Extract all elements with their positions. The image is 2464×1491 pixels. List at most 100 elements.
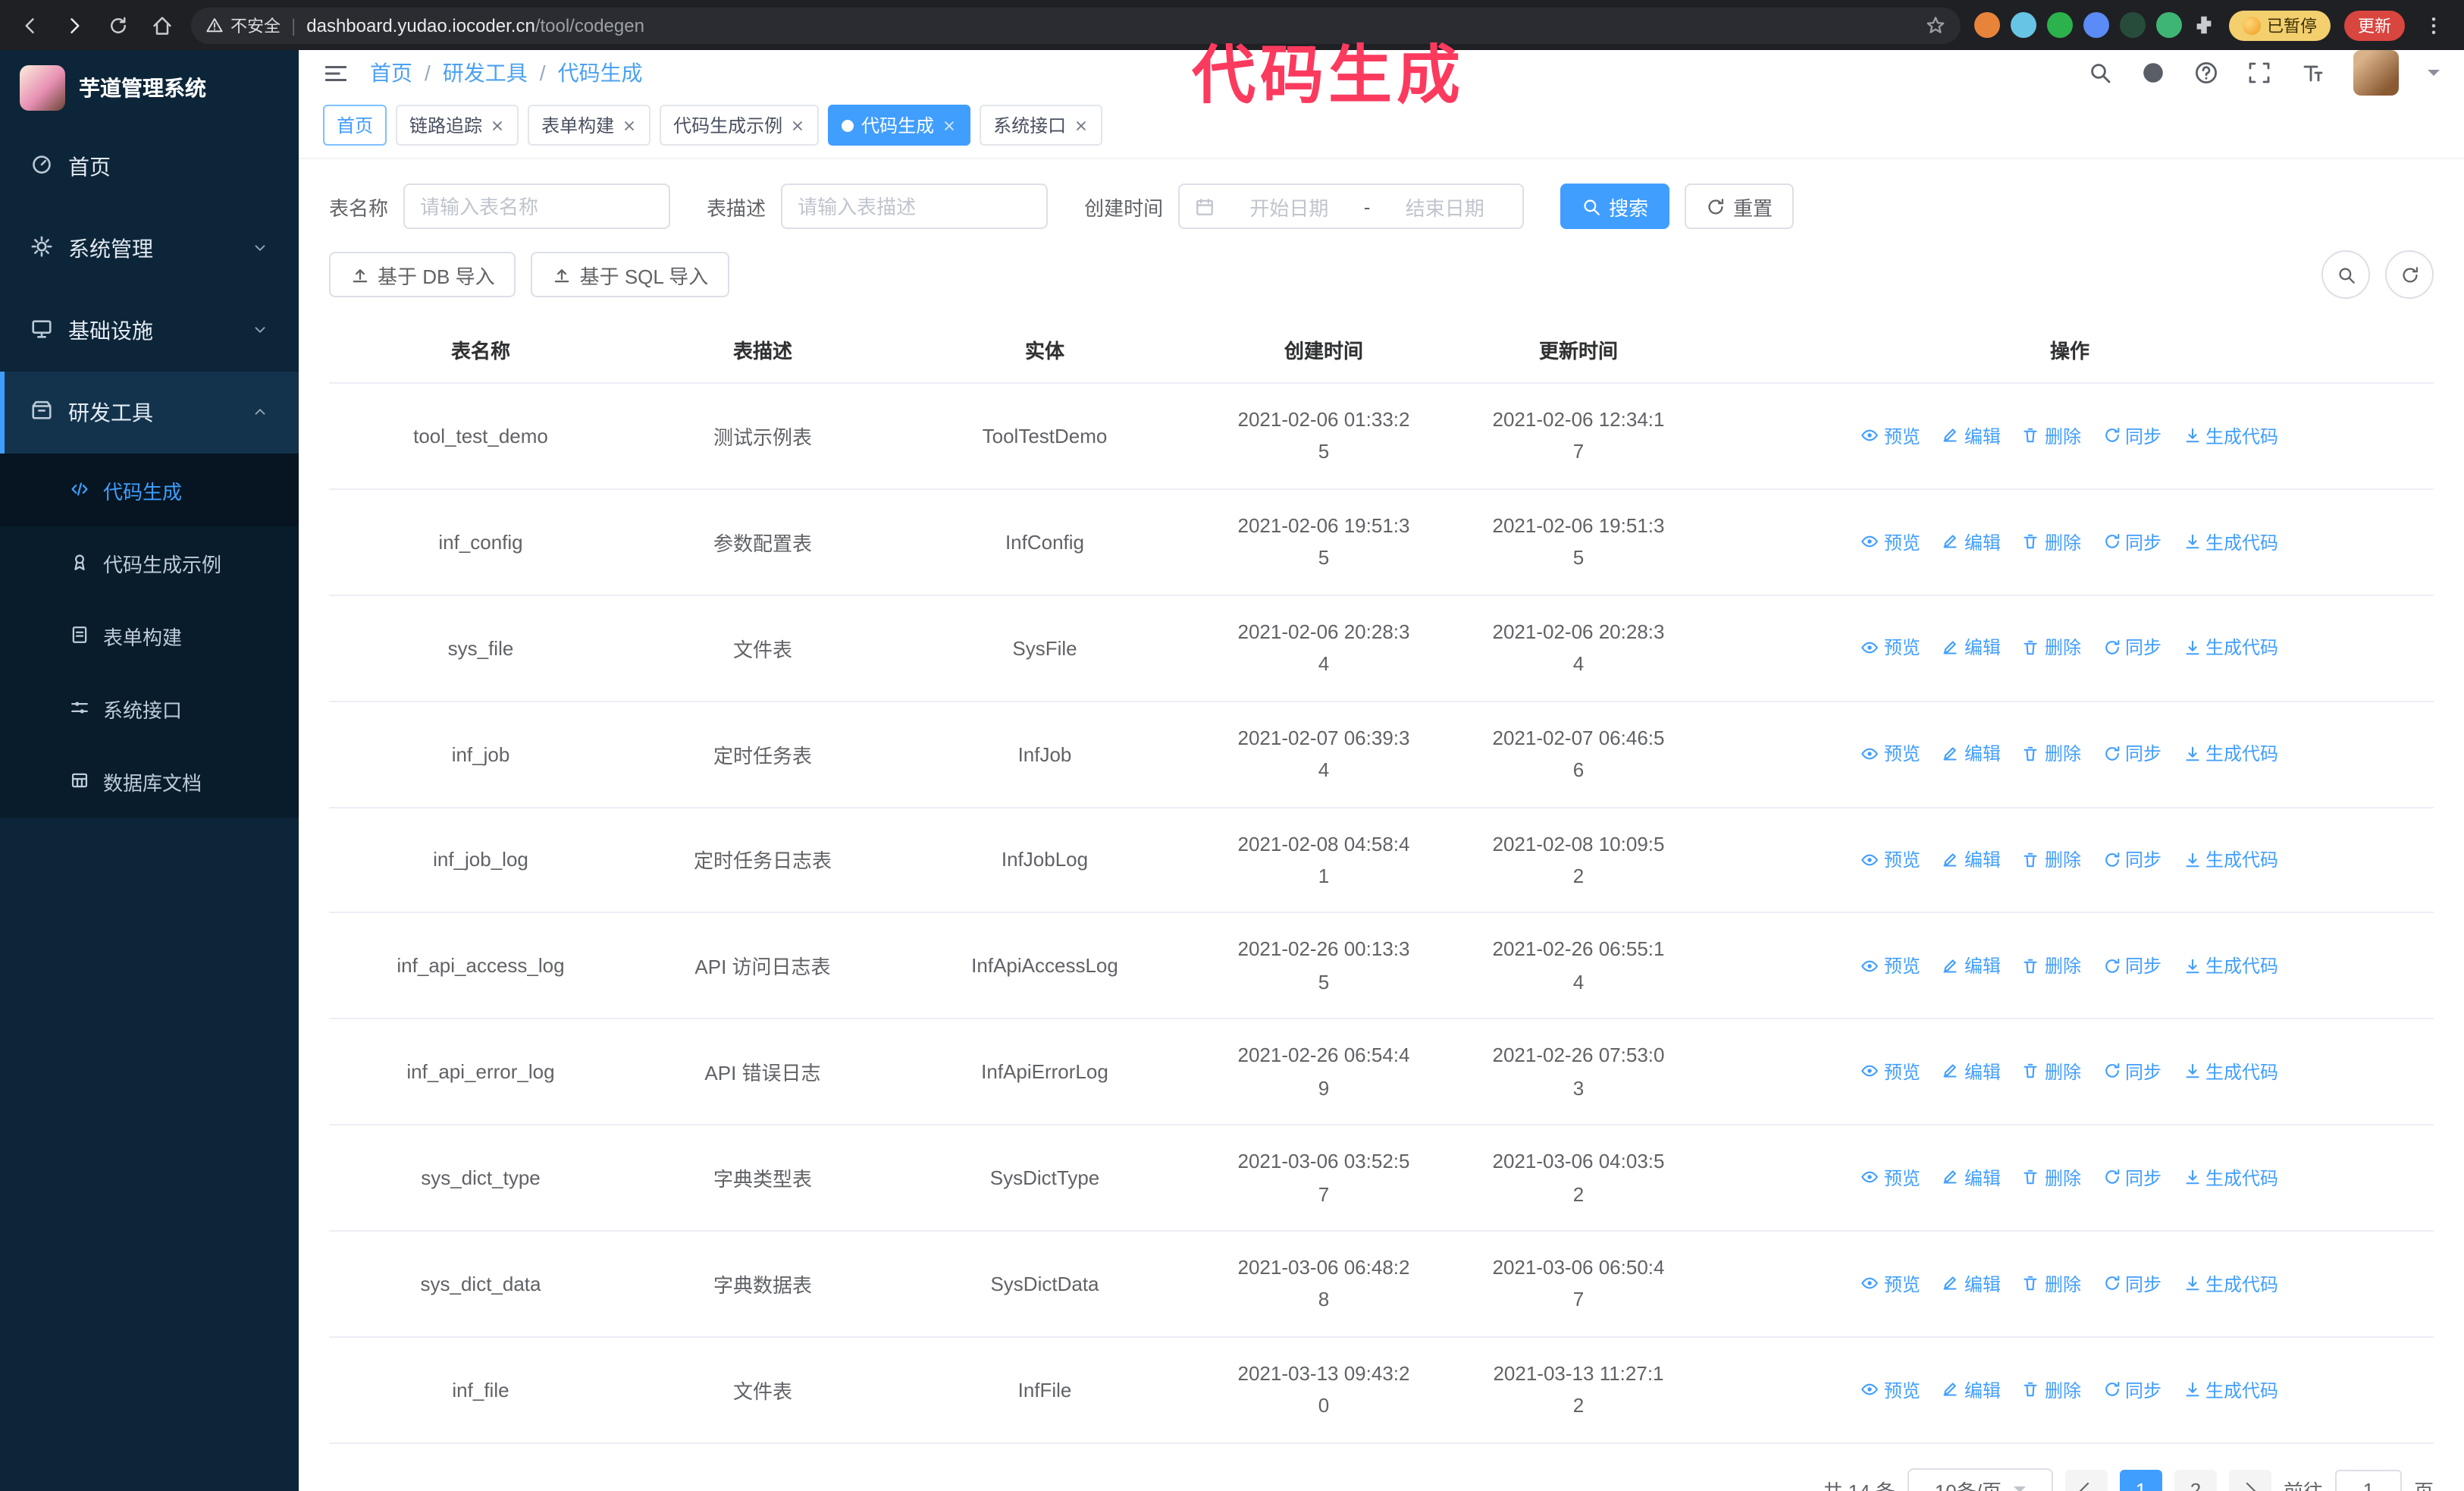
delete-link[interactable]: 删除 <box>2022 1270 2081 1296</box>
preview-link[interactable]: 预览 <box>1861 422 1920 448</box>
reset-button[interactable]: 重置 <box>1685 184 1795 229</box>
page-size-select[interactable]: 10条/页 <box>1907 1467 2053 1491</box>
edit-link[interactable]: 编辑 <box>1942 422 2001 448</box>
sync-link[interactable]: 同步 <box>2102 529 2161 554</box>
sidebar-item-dev-tools[interactable]: 研发工具 <box>0 372 299 454</box>
delete-link[interactable]: 删除 <box>2022 529 2081 554</box>
sync-link[interactable]: 同步 <box>2102 635 2161 661</box>
sync-link[interactable]: 同步 <box>2102 1376 2161 1402</box>
generate-code-link[interactable]: 生成代码 <box>2183 529 2278 554</box>
delete-link[interactable]: 删除 <box>2022 635 2081 661</box>
generate-code-link[interactable]: 生成代码 <box>2183 1376 2278 1402</box>
goto-page-input[interactable] <box>2334 1469 2402 1491</box>
browser-menu-kebab-icon[interactable] <box>2419 10 2449 40</box>
sync-link[interactable]: 同步 <box>2102 1059 2161 1085</box>
edit-link[interactable]: 编辑 <box>1942 1059 2001 1085</box>
edit-link[interactable]: 编辑 <box>1942 1376 2001 1402</box>
close-icon[interactable] <box>622 118 637 133</box>
sync-link[interactable]: 同步 <box>2102 953 2161 978</box>
sync-link[interactable]: 同步 <box>2102 1165 2161 1191</box>
generate-code-link[interactable]: 生成代码 <box>2183 1059 2278 1085</box>
delete-link[interactable]: 删除 <box>2022 741 2081 767</box>
bookmark-star-icon[interactable] <box>1926 14 1945 36</box>
extension-drop-icon[interactable] <box>2011 12 2036 38</box>
preview-link[interactable]: 预览 <box>1861 741 1920 767</box>
refresh-table-button[interactable] <box>2385 250 2434 299</box>
table-name-input[interactable] <box>403 184 671 229</box>
sync-link[interactable]: 同步 <box>2102 741 2161 767</box>
font-size-icon[interactable] <box>2300 61 2324 85</box>
help-icon[interactable] <box>2194 61 2218 85</box>
create-time-range-picker[interactable]: 开始日期 - 结束日期 <box>1178 184 1525 229</box>
extension-leaf-icon[interactable] <box>2156 12 2182 38</box>
delete-link[interactable]: 删除 <box>2022 846 2081 872</box>
edit-link[interactable]: 编辑 <box>1942 741 2001 767</box>
tab-system-api[interactable]: 系统接口 <box>980 105 1103 146</box>
sidebar-item-system-management[interactable]: 系统管理 <box>0 208 299 290</box>
search-button[interactable]: 搜索 <box>1560 184 1670 229</box>
close-icon[interactable] <box>942 118 957 133</box>
preview-link[interactable]: 预览 <box>1861 953 1920 978</box>
sidebar-collapse-icon[interactable] <box>323 60 349 86</box>
paused-badge[interactable]: 已暂停 <box>2229 10 2331 40</box>
preview-link[interactable]: 预览 <box>1861 529 1920 554</box>
browser-update-button[interactable]: 更新 <box>2344 10 2405 40</box>
delete-link[interactable]: 删除 <box>2022 422 2081 448</box>
edit-link[interactable]: 编辑 <box>1942 953 2001 978</box>
generate-code-link[interactable]: 生成代码 <box>2183 1270 2278 1296</box>
tab-codegen[interactable]: 代码生成 <box>828 105 971 146</box>
delete-link[interactable]: 删除 <box>2022 1165 2081 1191</box>
preview-link[interactable]: 预览 <box>1861 846 1920 872</box>
page-button-2[interactable]: 2 <box>2174 1469 2217 1491</box>
tab-home[interactable]: 首页 <box>323 105 387 146</box>
toggle-search-button[interactable] <box>2321 250 2370 299</box>
extension-green-icon[interactable] <box>2047 12 2073 38</box>
table-desc-input[interactable] <box>781 184 1049 229</box>
generate-code-link[interactable]: 生成代码 <box>2183 422 2278 448</box>
import-sql-button[interactable]: 基于 SQL 导入 <box>531 252 730 297</box>
preview-link[interactable]: 预览 <box>1861 635 1920 661</box>
sidebar-item-form-builder[interactable]: 表单构建 <box>0 599 299 672</box>
sync-link[interactable]: 同步 <box>2102 422 2161 448</box>
github-icon[interactable] <box>2141 61 2165 85</box>
edit-link[interactable]: 编辑 <box>1942 1270 2001 1296</box>
browser-forward-button[interactable] <box>59 10 89 40</box>
sidebar-item-home[interactable]: 首页 <box>0 126 299 208</box>
sidebar-item-infrastructure[interactable]: 基础设施 <box>0 290 299 372</box>
sidebar-item-codegen[interactable]: 代码生成 <box>0 454 299 526</box>
generate-code-link[interactable]: 生成代码 <box>2183 953 2278 978</box>
sync-link[interactable]: 同步 <box>2102 1270 2161 1296</box>
preview-link[interactable]: 预览 <box>1861 1270 1920 1296</box>
browser-back-button[interactable] <box>15 10 45 40</box>
generate-code-link[interactable]: 生成代码 <box>2183 741 2278 767</box>
extensions-puzzle-icon[interactable] <box>2193 14 2215 36</box>
import-db-button[interactable]: 基于 DB 导入 <box>329 252 516 297</box>
browser-reload-button[interactable] <box>103 10 133 40</box>
sidebar-logo[interactable]: 芋道管理系统 <box>0 50 299 126</box>
search-icon[interactable] <box>2088 61 2112 85</box>
site-security-indicator[interactable]: 不安全 <box>206 13 281 37</box>
preview-link[interactable]: 预览 <box>1861 1059 1920 1085</box>
breadcrumb-home[interactable]: 首页 <box>370 58 412 88</box>
edit-link[interactable]: 编辑 <box>1942 1165 2001 1191</box>
close-icon[interactable] <box>490 118 505 133</box>
tab-tracing[interactable]: 链路追踪 <box>396 105 519 146</box>
generate-code-link[interactable]: 生成代码 <box>2183 635 2278 661</box>
preview-link[interactable]: 预览 <box>1861 1376 1920 1402</box>
breadcrumb-dev-tools[interactable]: 研发工具 <box>443 58 528 88</box>
sidebar-item-db-doc[interactable]: 数据库文档 <box>0 745 299 818</box>
extension-dark-icon[interactable] <box>2120 12 2146 38</box>
extension-people-icon[interactable] <box>2083 12 2109 38</box>
generate-code-link[interactable]: 生成代码 <box>2183 1165 2278 1191</box>
prev-page-button[interactable] <box>2064 1469 2108 1491</box>
browser-home-button[interactable] <box>147 10 177 40</box>
avatar-caret-icon[interactable] <box>2428 64 2440 82</box>
sidebar-item-system-api[interactable]: 系统接口 <box>0 672 299 745</box>
tab-form-builder[interactable]: 表单构建 <box>528 105 651 146</box>
close-icon[interactable] <box>790 118 805 133</box>
preview-link[interactable]: 预览 <box>1861 1165 1920 1191</box>
delete-link[interactable]: 删除 <box>2022 953 2081 978</box>
edit-link[interactable]: 编辑 <box>1942 529 2001 554</box>
sync-link[interactable]: 同步 <box>2102 846 2161 872</box>
page-button-1[interactable]: 1 <box>2119 1469 2162 1491</box>
